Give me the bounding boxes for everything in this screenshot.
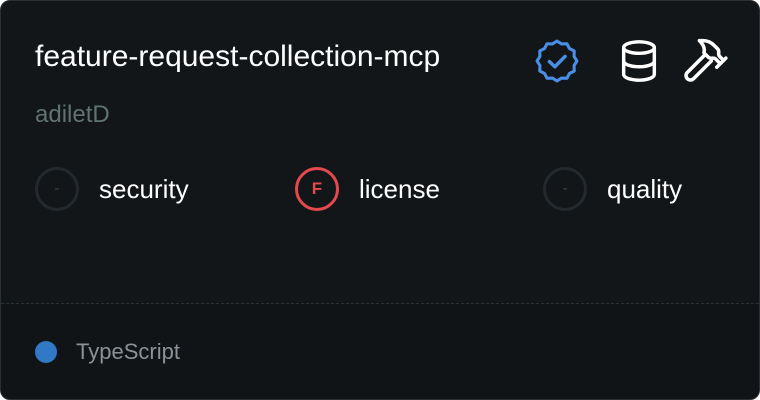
footer-divider — [1, 303, 759, 304]
security-label: security — [99, 173, 189, 204]
security-grade-badge: - — [35, 167, 79, 211]
author-name[interactable]: adiletD — [35, 99, 110, 131]
language-color-dot — [35, 341, 57, 363]
language-label: TypeScript — [76, 339, 180, 364]
hammer-icon[interactable] — [680, 36, 730, 86]
quality-score: - quality — [543, 165, 682, 213]
verified-badge-icon — [535, 39, 579, 83]
license-score: F license — [295, 165, 440, 213]
license-label: license — [359, 173, 440, 204]
database-icon[interactable] — [616, 38, 662, 84]
security-score: - security — [35, 165, 189, 213]
server-card[interactable]: feature-request-collection-mcp adiletD -… — [0, 0, 760, 400]
server-title[interactable]: feature-request-collection-mcp — [35, 37, 440, 77]
quality-label: quality — [607, 173, 683, 204]
license-grade-badge: F — [295, 167, 339, 211]
quality-grade-badge: - — [543, 167, 587, 211]
